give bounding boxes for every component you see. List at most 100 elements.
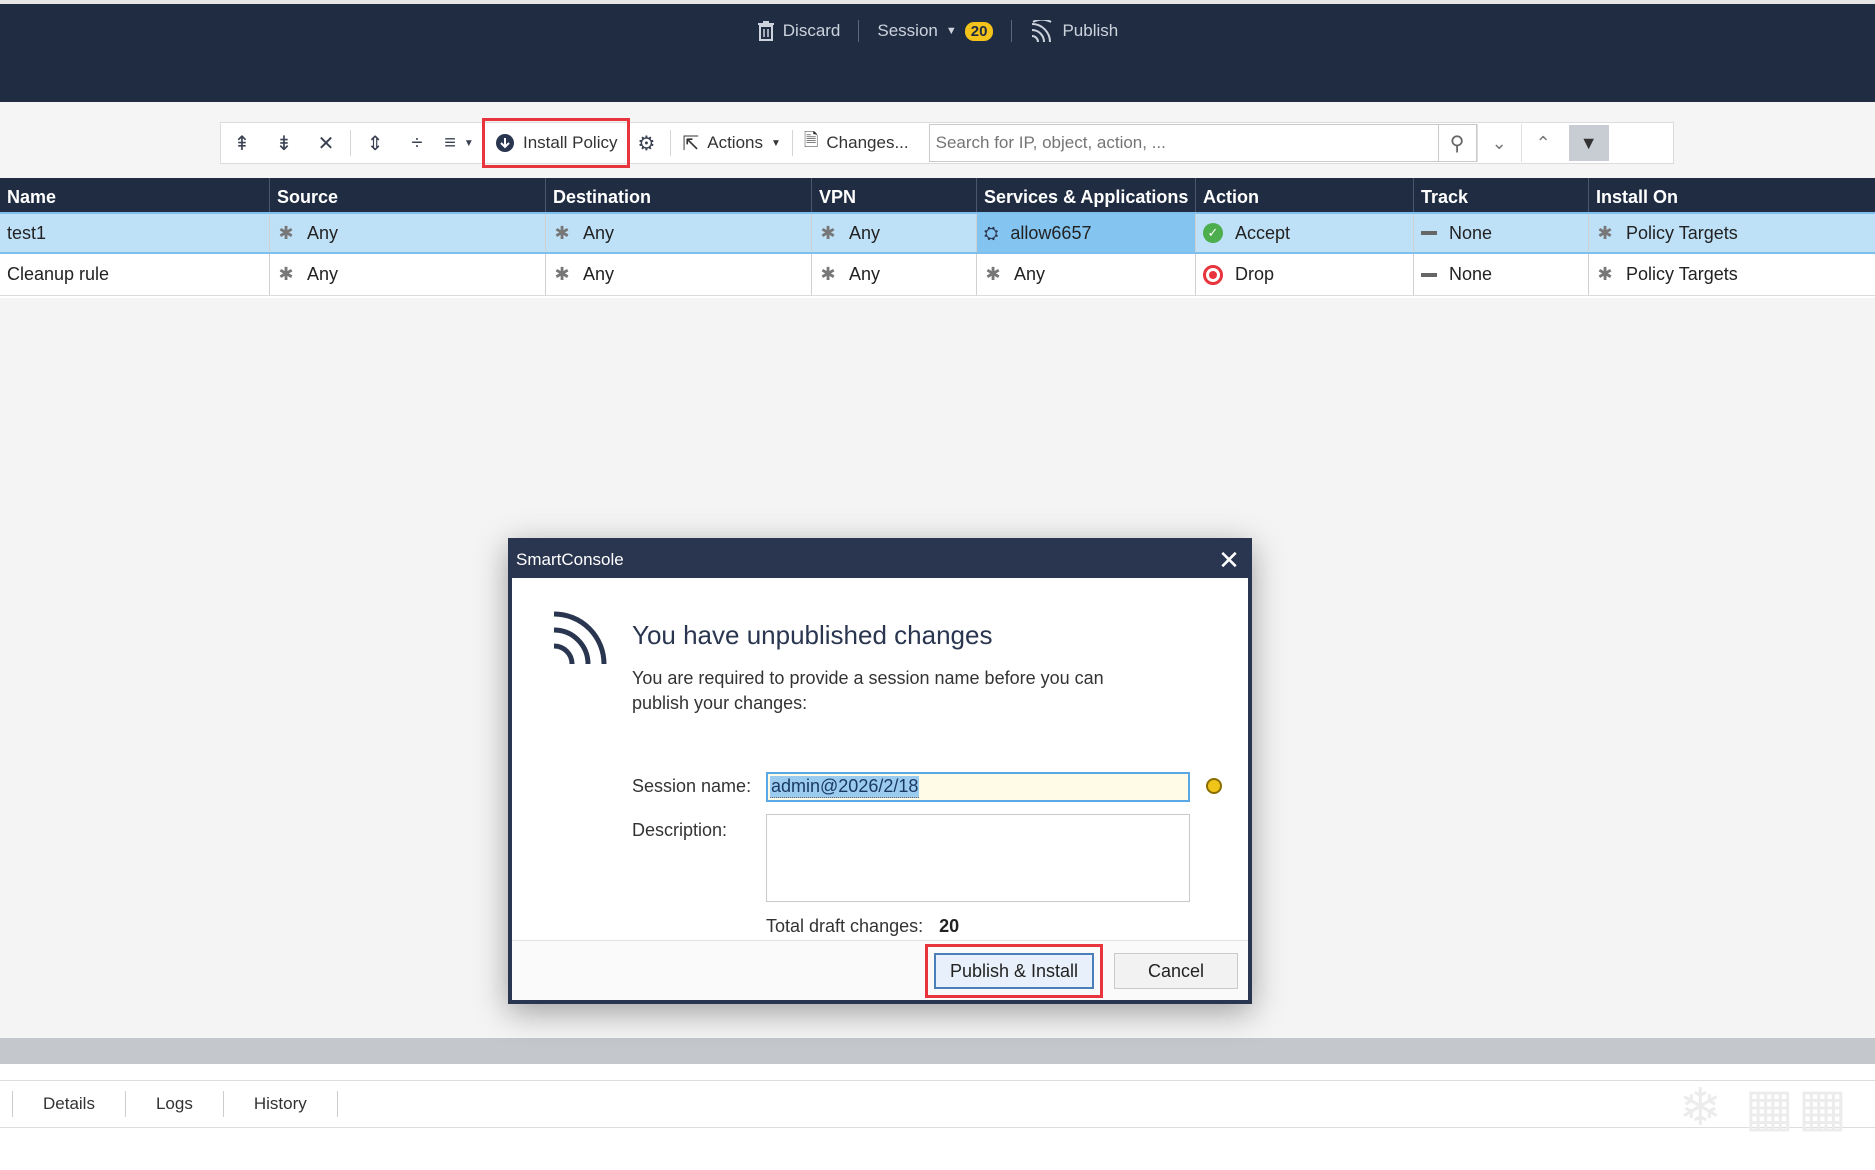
vpn-cell[interactable]: ✱ Any (812, 214, 977, 252)
any-icon: ✱ (820, 264, 836, 284)
close-icon[interactable]: ✕ (1214, 545, 1244, 576)
add-rule-below-icon[interactable]: ⇟ (263, 123, 305, 163)
source-cell[interactable]: ✱ Any (270, 254, 546, 295)
discard-label: Discard (782, 21, 841, 40)
action-cell[interactable]: ✓ Accept (1196, 214, 1414, 252)
rule-name-cell[interactable]: Cleanup rule (0, 254, 270, 295)
publish-button[interactable]: Publish (1024, 18, 1124, 44)
column-header[interactable]: VPN (812, 178, 977, 212)
view-options-icon[interactable]: ≡ ▼ (438, 123, 480, 163)
none-icon (1421, 272, 1437, 277)
search-icon[interactable]: ⚲ (1437, 125, 1476, 161)
track-cell[interactable]: None (1414, 214, 1589, 252)
column-header[interactable]: Destination (546, 178, 812, 212)
track-value: None (1449, 222, 1493, 243)
column-header[interactable]: Track (1414, 178, 1589, 212)
toolbar-area: ⇞ ⇟ ✕ ⇕ ÷ ≡ ▼ Install Policy ⚙ ⇱ Actions … (0, 102, 1875, 178)
separator (1011, 20, 1013, 42)
add-rule-above-icon[interactable]: ⇞ (221, 123, 263, 163)
any-icon: ✱ (985, 264, 1001, 284)
column-header[interactable]: Action (1196, 178, 1414, 212)
document-icon: 🗎 (803, 130, 819, 150)
actions-menu[interactable]: ⇱ Actions ▼ (674, 123, 788, 163)
install-on-cell[interactable]: ✱ Policy Targets (1589, 214, 1875, 252)
track-cell[interactable]: None (1414, 254, 1589, 295)
dialog-titlebar: SmartConsole ✕ (512, 542, 1248, 578)
rules-toolbar: ⇞ ⇟ ✕ ⇕ ÷ ≡ ▼ Install Policy ⚙ ⇱ Actions … (220, 118, 1674, 168)
tab-logs[interactable]: Logs (126, 1091, 224, 1117)
vpn-cell[interactable]: ✱ Any (812, 254, 977, 295)
column-header[interactable]: Source (270, 178, 546, 212)
table-row[interactable]: Cleanup rule ✱ Any ✱ Any ✱ Any ✱ Any Drop No… (0, 254, 1875, 296)
action-value: Accept (1235, 222, 1291, 243)
separator (670, 130, 672, 156)
source-cell[interactable]: ✱ Any (270, 214, 546, 252)
services-cell[interactable]: ⛭ allow6657 (977, 214, 1196, 252)
any-icon: ✱ (554, 264, 570, 284)
publish-label: Publish (1062, 21, 1119, 40)
services-cell[interactable]: ✱ Any (977, 254, 1196, 295)
service-icon: ⛭ (984, 222, 999, 243)
accept-icon: ✓ (1203, 223, 1223, 243)
dialog-title: SmartConsole (516, 550, 624, 569)
lightbulb-icon[interactable] (1206, 778, 1222, 794)
vpn-value: Any (849, 264, 881, 284)
column-header[interactable]: Name (0, 178, 270, 212)
track-value: None (1449, 264, 1493, 284)
actions-label: Actions (707, 133, 763, 152)
any-icon: ✱ (554, 222, 570, 243)
top-header: Discard Session ▼ 20 Publish (0, 0, 1875, 102)
drop-icon (1203, 264, 1223, 285)
tab-details[interactable]: Details (12, 1091, 126, 1117)
cancel-button[interactable]: Cancel (1114, 953, 1238, 989)
separator (791, 130, 793, 156)
install-on-value: Policy Targets (1626, 264, 1738, 284)
table-row[interactable]: test1 ✱ Any ✱ Any ✱ Any ⛭ allow6657 ✓ Accept … (0, 212, 1875, 254)
discard-button[interactable]: Discard (751, 19, 847, 43)
session-name-value: admin@2026/2/18 (770, 776, 920, 798)
total-label: Total draft changes: (766, 916, 924, 936)
separator (350, 130, 351, 156)
table-header: Name Source Destination VPN Services & A… (0, 178, 1875, 212)
install-policy-button[interactable]: Install Policy (481, 118, 631, 168)
none-icon (1421, 231, 1437, 235)
panel-splitter[interactable] (0, 1038, 1875, 1064)
install-on-cell[interactable]: ✱ Policy Targets (1589, 254, 1875, 295)
delete-icon[interactable]: ✕ (305, 123, 347, 163)
column-header[interactable]: Install On (1589, 178, 1875, 212)
search-box: ⚲ (928, 124, 1477, 162)
description-field[interactable] (766, 814, 1190, 902)
destination-cell[interactable]: ✱ Any (546, 214, 812, 252)
publish-install-button[interactable]: Publish & Install (925, 944, 1103, 998)
session-menu[interactable]: Session ▼ 20 (871, 19, 999, 43)
rule-name-cell[interactable]: test1 (0, 214, 270, 252)
collapse-sections-icon[interactable]: ÷ (396, 123, 438, 163)
destination-cell[interactable]: ✱ Any (546, 254, 812, 295)
session-bar: Discard Session ▼ 20 Publish (0, 18, 1875, 44)
changes-button[interactable]: 🗎 Changes... (796, 123, 917, 163)
action-value: Drop (1235, 264, 1275, 284)
filter-icon[interactable]: ▼ (1568, 125, 1609, 161)
publish-icon (553, 611, 607, 665)
services-value: allow6657 (1010, 222, 1092, 243)
any-icon: ✱ (278, 222, 294, 243)
column-header[interactable]: Services & Applications (977, 178, 1196, 212)
share-icon: ⇱ (682, 132, 700, 155)
policy-settings-icon[interactable]: ⚙ (625, 123, 667, 163)
destination-value: Any (583, 222, 615, 243)
action-cell[interactable]: Drop (1196, 254, 1414, 295)
search-input[interactable] (929, 125, 1438, 161)
publish-icon (1032, 20, 1052, 42)
separator (483, 130, 484, 156)
expand-sections-icon[interactable]: ⇕ (354, 123, 396, 163)
previous-result-icon[interactable]: ⌃ (1520, 124, 1565, 162)
next-result-icon[interactable]: ⌄ (1476, 124, 1521, 162)
tab-history[interactable]: History (224, 1091, 338, 1117)
chevron-down-icon: ▼ (945, 25, 957, 37)
source-value: Any (307, 264, 339, 284)
bottom-tabs: Details Logs History (0, 1080, 1875, 1128)
source-value: Any (307, 222, 339, 243)
dialog-message: You are required to provide a session na… (632, 668, 1104, 713)
any-icon: ✱ (278, 264, 294, 284)
session-name-input[interactable]: admin@2026/2/18 (766, 772, 1190, 802)
